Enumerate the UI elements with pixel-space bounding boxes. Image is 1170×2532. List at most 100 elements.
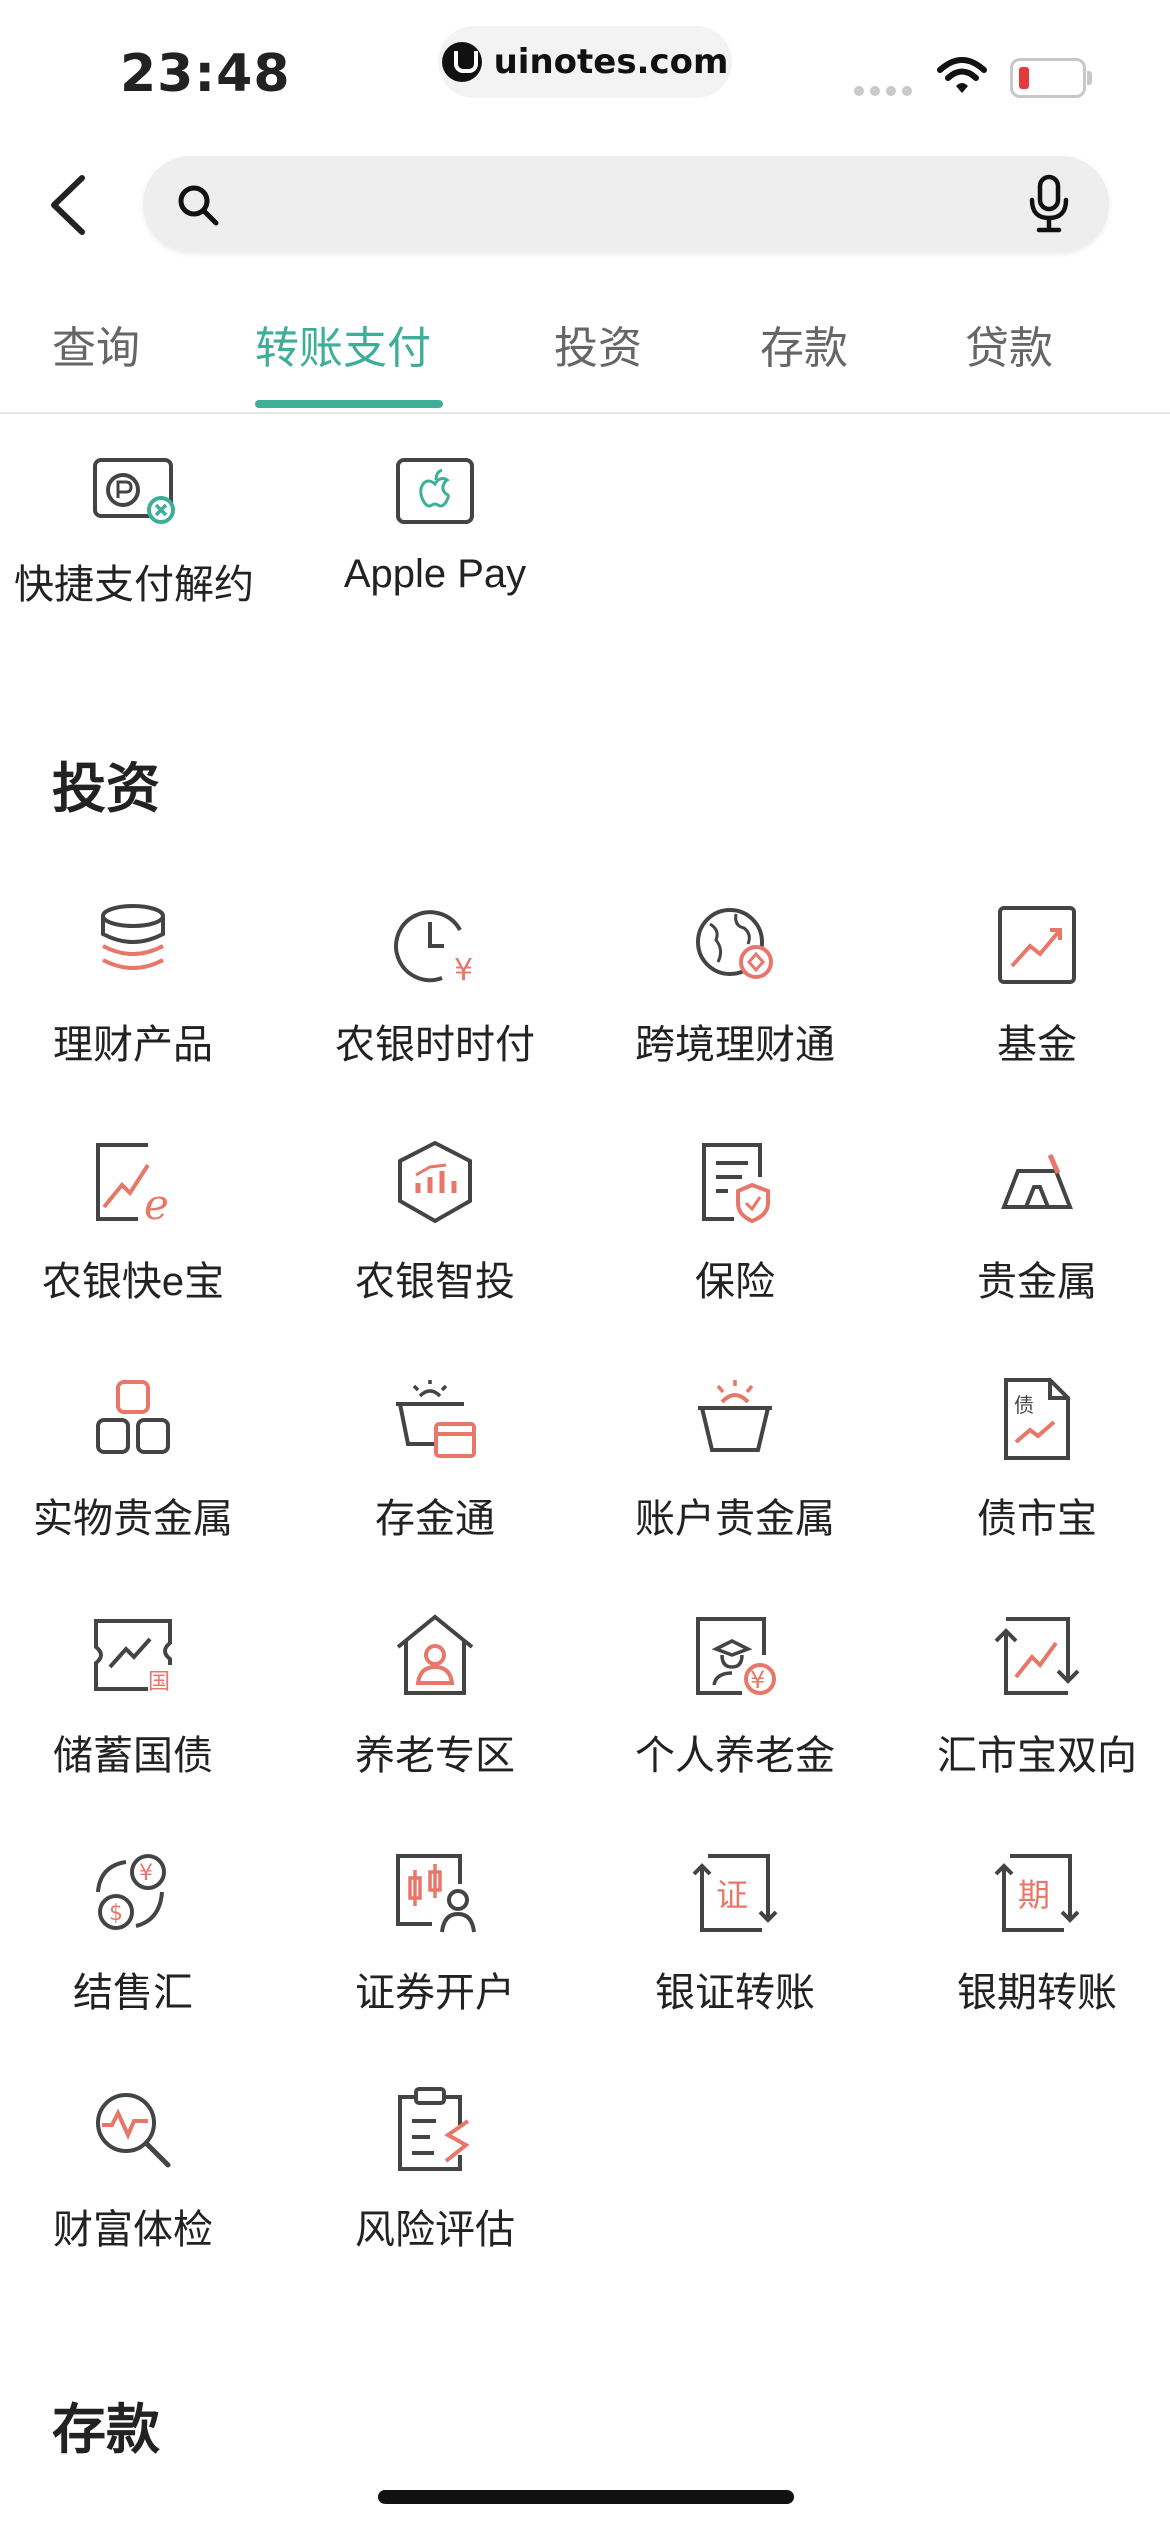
tab-transfer-payment[interactable]: 转账支付 <box>255 312 431 376</box>
item-label: 账户贵金属 <box>635 1497 835 1541</box>
house-person-icon <box>396 1614 474 1695</box>
search-bar[interactable] <box>143 156 1109 252</box>
grid-item-savings-treasury[interactable]: 国 储蓄国债 <box>0 1611 283 1781</box>
item-label: 农银时时付 <box>335 1023 535 1067</box>
section-title-invest: 投资 <box>52 759 160 819</box>
fund-chart-icon <box>998 906 1076 984</box>
item-label: 银证转账 <box>655 1971 815 2015</box>
item-label: Apple Pay <box>343 552 527 596</box>
grid-item-wealth-products[interactable]: 理财产品 <box>0 900 283 1070</box>
grid-item-payment-cancel[interactable]: 快捷支付解约 <box>0 450 284 610</box>
item-label: 债市宝 <box>977 1497 1097 1541</box>
home-indicator[interactable] <box>378 2490 794 2504</box>
item-label: 汇市宝双向 <box>937 1734 1137 1778</box>
bond-glyph: 债 <box>1014 1393 1034 1417</box>
svg-text:e: e <box>144 1180 169 1227</box>
item-label: 存金通 <box>375 1497 495 1541</box>
yen-glyph: ¥ <box>139 1861 153 1886</box>
item-label: 证券开户 <box>355 1971 515 2015</box>
item-label: 银期转账 <box>957 1971 1117 2015</box>
gold-blocks-icon <box>96 1380 170 1454</box>
futures-transfer-icon: 期 <box>994 1854 1080 1932</box>
grid-item-abc-instant-pay[interactable]: ¥ 农银时时付 <box>285 900 585 1070</box>
globe-icon <box>696 908 773 979</box>
grid-item-account-precious-metals[interactable]: 账户贵金属 <box>585 1374 885 1544</box>
microphone-icon[interactable] <box>1027 174 1071 234</box>
grid-item-abc-quick-e-bao[interactable]: e 农银快e宝 <box>0 1137 283 1307</box>
item-label: 基金 <box>997 1023 1077 1067</box>
grid-item-insurance[interactable]: 保险 <box>585 1137 885 1307</box>
active-tab-underline <box>255 400 443 408</box>
site-logo-icon <box>441 42 482 82</box>
currency-exchange-icon: ¥ $ <box>96 1854 166 1930</box>
risk-clipboard-icon <box>398 2087 470 2171</box>
grid-item-risk-assessment[interactable]: 风险评估 <box>285 2085 585 2255</box>
item-label: 风险评估 <box>355 2208 515 2252</box>
gold-bar-icon <box>1001 1153 1073 1209</box>
tab-deposit[interactable]: 存款 <box>760 312 848 376</box>
securities-glyph: 证 <box>716 1876 748 1914</box>
clock-yen-icon: ¥ <box>394 910 473 988</box>
hexagon-chart-icon <box>398 1140 472 1224</box>
two-way-chart-icon <box>994 1617 1080 1695</box>
item-label: 养老专区 <box>355 1734 515 1778</box>
item-label: 财富体检 <box>53 2208 213 2252</box>
candlestick-person-icon <box>396 1854 476 1933</box>
item-label: 快捷支付解约 <box>14 563 254 607</box>
search-icon <box>178 185 219 226</box>
wifi-icon <box>937 57 987 93</box>
dollar-glyph: $ <box>109 1901 123 1926</box>
back-button[interactable] <box>40 170 100 240</box>
url-text: uinotes.com <box>493 42 729 82</box>
category-tabs: 查询 转账支付 投资 存款 贷款 <box>0 300 1170 414</box>
item-label: 结售汇 <box>73 1971 193 2015</box>
grid-item-physical-precious-metals[interactable]: 实物贵金属 <box>0 1374 283 1544</box>
item-label: 理财产品 <box>53 1023 213 1067</box>
wealth-check-icon <box>96 2093 171 2168</box>
treasury-glyph: 国 <box>148 1670 170 1695</box>
securities-transfer-icon: 证 <box>692 1854 778 1932</box>
url-pill[interactable]: uinotes.com <box>438 26 732 98</box>
grid-item-apple-pay[interactable]: Apple Pay <box>285 450 585 597</box>
insurance-doc-icon <box>702 1143 770 1224</box>
item-label: 实物贵金属 <box>33 1497 233 1541</box>
treasury-ticket-icon: 国 <box>94 1619 174 1695</box>
grid-item-precious-metals[interactable]: 贵金属 <box>887 1137 1170 1307</box>
tab-invest[interactable]: 投资 <box>554 312 642 376</box>
item-label: 农银智投 <box>355 1260 515 1304</box>
gold-basket-icon <box>698 1380 772 1452</box>
grid-item-fx-settlement[interactable]: ¥ $ 结售汇 <box>0 1848 283 2018</box>
grid-item-bond-market[interactable]: 债 债市宝 <box>887 1374 1170 1544</box>
apple-pay-icon <box>396 458 474 524</box>
grid-item-fund[interactable]: 基金 <box>887 900 1170 1070</box>
battery-icon <box>1010 58 1092 98</box>
tab-loan[interactable]: 贷款 <box>965 312 1053 376</box>
bond-doc-icon: 债 <box>1004 1378 1070 1460</box>
item-label: 农银快e宝 <box>41 1260 225 1304</box>
yen-glyph: ¥ <box>454 953 473 988</box>
search-input[interactable] <box>239 176 943 234</box>
grid-item-personal-pension[interactable]: ¥ 个人养老金 <box>585 1611 885 1781</box>
status-time: 23:48 <box>120 44 291 104</box>
grid-item-pension-zone[interactable]: 养老专区 <box>285 1611 585 1781</box>
futures-glyph: 期 <box>1018 1876 1050 1914</box>
item-label: 储蓄国债 <box>53 1734 213 1778</box>
grid-item-forex-two-way[interactable]: 汇市宝双向 <box>887 1611 1170 1781</box>
coin-stack-icon <box>101 904 165 970</box>
grid-item-bank-securities-transfer[interactable]: 证 银证转账 <box>585 1848 885 2018</box>
grid-item-gold-deposit[interactable]: 存金通 <box>285 1374 585 1544</box>
section-title-deposit: 存款 <box>52 2400 160 2460</box>
cellular-signal-icon <box>854 86 912 96</box>
chart-e-icon: e <box>96 1143 169 1227</box>
grid-item-cross-border-wealth[interactable]: 跨境理财通 <box>585 900 885 1070</box>
grid-item-abc-smart-invest[interactable]: 农银智投 <box>285 1137 585 1307</box>
item-label: 跨境理财通 <box>635 1023 835 1067</box>
grid-item-bank-futures-transfer[interactable]: 期 银期转账 <box>887 1848 1170 2018</box>
item-label: 保险 <box>695 1260 775 1304</box>
grid-item-wealth-check[interactable]: 财富体检 <box>0 2085 283 2255</box>
pension-card-icon: ¥ <box>696 1617 776 1695</box>
grid-item-securities-account[interactable]: 证券开户 <box>285 1848 585 2018</box>
item-label: 贵金属 <box>977 1260 1097 1304</box>
tab-query[interactable]: 查询 <box>52 312 140 376</box>
gold-basket-card-icon <box>396 1380 476 1458</box>
